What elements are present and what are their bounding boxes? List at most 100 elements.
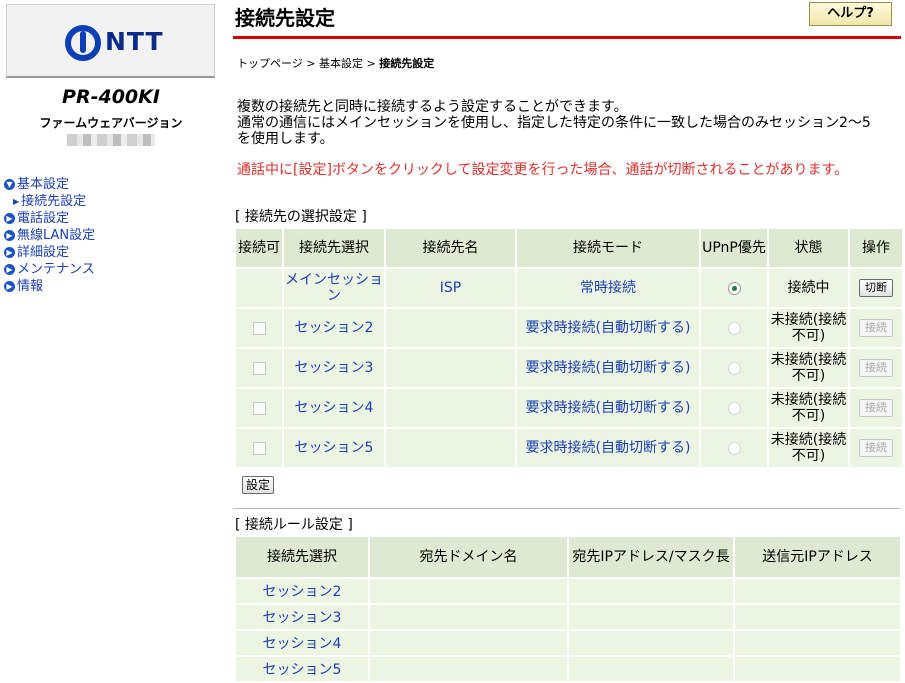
action-cell: 切断 (850, 269, 902, 307)
connection-mode-link[interactable]: 要求時接続(自動切断する) (517, 349, 699, 387)
table-row: セッション2 (236, 579, 900, 603)
enable-checkbox[interactable] (252, 321, 266, 335)
disconnect-button[interactable]: 切断 (859, 279, 893, 297)
firmware-label: ファームウェアバージョン (39, 116, 183, 130)
session-link[interactable]: セッション5 (284, 429, 384, 467)
connection-selection-table: 接続可 接続先選択 接続先名 接続モード UPnP優先 状態 操作 メインセッシ… (234, 227, 904, 469)
nav-item-info[interactable]: ▶ 情報 (4, 278, 95, 295)
connection-rules-table: 接続先選択 宛先ドメイン名 宛先IPアドレス/マスク長 送信元IPアドレス セッ… (234, 535, 902, 683)
session-link[interactable]: セッション2 (284, 309, 384, 347)
upnp-radio[interactable] (727, 281, 741, 295)
domain-cell (370, 605, 567, 629)
section-divider (233, 508, 901, 509)
upnp-cell (701, 269, 767, 307)
col-header-src-ip: 送信元IPアドレス (735, 537, 900, 577)
connection-name-link[interactable]: ISP (386, 269, 515, 307)
breadcrumb-current: 接続先設定 (379, 57, 435, 70)
brand-logo-text: NTT (105, 27, 164, 56)
action-cell: 接続 (850, 349, 902, 387)
enable-checkbox[interactable] (252, 361, 266, 375)
set-button[interactable]: 設定 (242, 476, 275, 494)
dest-ip-cell (569, 579, 733, 603)
logo-panel: NTT (6, 4, 215, 78)
connection-name-cell (386, 349, 515, 387)
enable-cell (236, 389, 282, 427)
enable-checkbox[interactable] (252, 401, 266, 415)
nav-item-label: メンテナンス (17, 262, 95, 277)
col-header-dest-ip: 宛先IPアドレス/マスク長 (569, 537, 733, 577)
table-row: セッション4 (236, 631, 900, 655)
col-header-name: 接続先名 (386, 229, 515, 267)
col-header-session: 接続先選択 (284, 229, 384, 267)
dest-ip-cell (569, 657, 733, 681)
col-header-domain: 宛先ドメイン名 (370, 537, 567, 577)
domain-cell (370, 657, 567, 681)
firmware-version-obscured (67, 134, 155, 146)
dest-ip-cell (569, 631, 733, 655)
upnp-radio (727, 321, 741, 335)
session-link[interactable]: メインセッション (284, 269, 384, 307)
action-cell: 接続 (850, 389, 902, 427)
upnp-cell (701, 389, 767, 427)
rule-session-link[interactable]: セッション3 (236, 605, 368, 629)
nav-item-label: 基本設定 (17, 177, 70, 192)
enable-cell (236, 309, 282, 347)
rule-session-link[interactable]: セッション5 (236, 657, 368, 681)
nav-item-basic[interactable]: ▼ 基本設定 (4, 176, 95, 193)
page-title: 接続先設定 (235, 6, 335, 30)
nav-menu: ▼ 基本設定 ▶ 接続先設定 ▶ 電話設定 ▶ 無線LAN設定 ▶ 詳細設定 ▶… (4, 176, 95, 295)
nav-item-label: 詳細設定 (17, 245, 70, 260)
connect-button: 接続 (859, 319, 893, 337)
connection-mode-link[interactable]: 要求時接続(自動切断する) (517, 429, 699, 467)
nav-item-maintenance[interactable]: ▶ メンテナンス (4, 261, 95, 278)
nav-item-label: 接続先設定 (21, 194, 87, 209)
warning-text: 通話中に[設定]ボタンをクリックして設定変更を行った場合、通話が切断されることが… (237, 162, 849, 178)
connect-button: 接続 (859, 439, 893, 457)
device-model: PR-400KI (62, 86, 160, 108)
session-link[interactable]: セッション3 (284, 349, 384, 387)
domain-cell (370, 579, 567, 603)
enable-cell (236, 269, 282, 307)
connection-mode-link[interactable]: 要求時接続(自動切断する) (517, 389, 699, 427)
description-line: を使用します。 (237, 131, 334, 147)
connect-button: 接続 (859, 359, 893, 377)
title-divider (233, 36, 901, 39)
connection-mode-link[interactable]: 要求時接続(自動切断する) (517, 309, 699, 347)
rule-session-link[interactable]: セッション2 (236, 579, 368, 603)
connection-mode-link[interactable]: 常時接続 (517, 269, 699, 307)
enable-checkbox[interactable] (252, 441, 266, 455)
action-cell: 接続 (850, 429, 902, 467)
upnp-radio (727, 401, 741, 415)
description-line: 複数の接続先と同時に接続するよう設定することができます。 (237, 99, 628, 115)
rule-session-link[interactable]: セッション4 (236, 631, 368, 655)
action-cell: 接続 (850, 309, 902, 347)
connection-name-cell (386, 429, 515, 467)
src-ip-cell (735, 579, 900, 603)
src-ip-cell (735, 657, 900, 681)
upnp-cell (701, 309, 767, 347)
table-header-row: 接続可 接続先選択 接続先名 接続モード UPnP優先 状態 操作 (236, 229, 902, 267)
nav-bullet-icon: ▶ (4, 247, 15, 258)
col-header-action: 操作 (850, 229, 902, 267)
nav-bullet-icon: ▶ (4, 230, 15, 241)
breadcrumb: トップページ > 基本設定 > 接続先設定 (237, 55, 434, 71)
status-text: 未接続(接続不可) (769, 309, 848, 347)
col-header-session: 接続先選択 (236, 537, 368, 577)
ntt-logo-icon (65, 25, 101, 61)
col-header-upnp: UPnP優先 (701, 229, 767, 267)
nav-item-detail[interactable]: ▶ 詳細設定 (4, 244, 95, 261)
nav-item-connection[interactable]: ▶ 接続先設定 (4, 193, 95, 210)
sidebar: NTT PR-400KI ファームウェアバージョン ▼ 基本設定 ▶ 接続先設定… (0, 0, 222, 679)
nav-item-phone[interactable]: ▶ 電話設定 (4, 210, 95, 227)
table-row: セッション5 (236, 657, 900, 681)
breadcrumb-home[interactable]: トップページ (237, 57, 303, 70)
table-row: メインセッション ISP 常時接続 接続中 切断 (236, 269, 902, 307)
help-button[interactable]: ヘルプ? (809, 2, 892, 26)
connection-name-cell (386, 389, 515, 427)
status-text: 未接続(接続不可) (769, 349, 848, 387)
nav-item-wlan[interactable]: ▶ 無線LAN設定 (4, 227, 95, 244)
session-link[interactable]: セッション4 (284, 389, 384, 427)
breadcrumb-basic[interactable]: 基本設定 (319, 57, 363, 70)
table-header-row: 接続先選択 宛先ドメイン名 宛先IPアドレス/マスク長 送信元IPアドレス (236, 537, 900, 577)
nav-item-label: 無線LAN設定 (17, 228, 96, 243)
